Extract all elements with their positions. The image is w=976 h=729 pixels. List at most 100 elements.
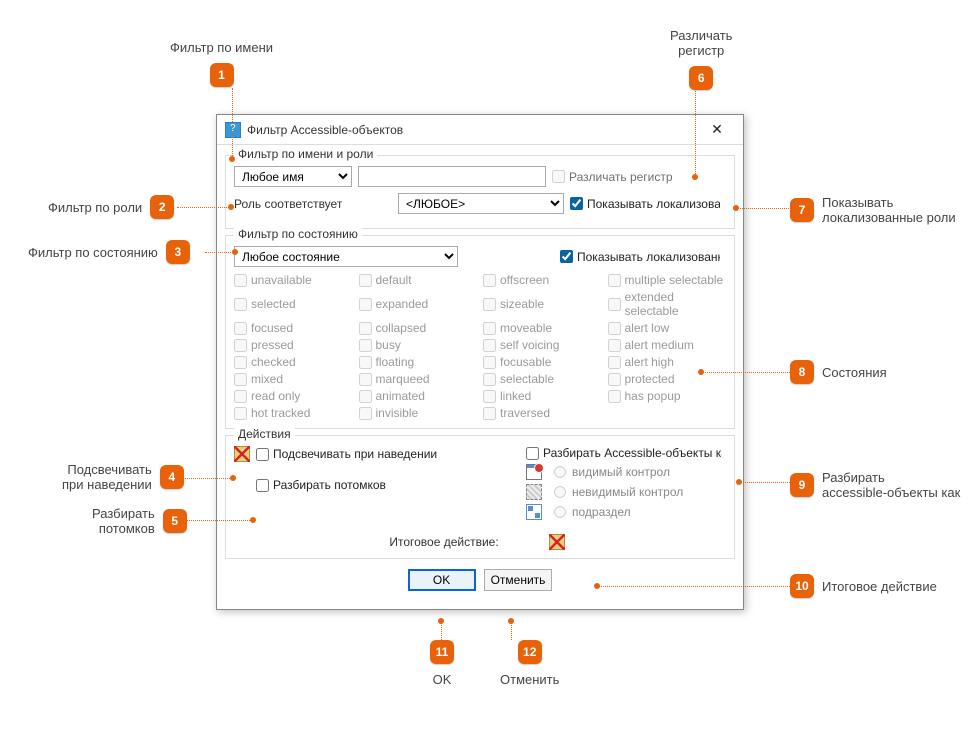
state-label: hot tracked [251,406,310,420]
state-checkbox[interactable]: offscreen [483,273,602,287]
state-checkbox[interactable]: linked [483,389,602,403]
state-checkbox[interactable]: selected [234,290,353,318]
state-checkbox[interactable]: alert low [608,321,727,335]
state-checkbox[interactable]: hot tracked [234,406,353,420]
state-checkbox[interactable]: default [359,273,478,287]
titlebar[interactable]: Фильтр Accessible-объектов ✕ [217,115,743,145]
close-button[interactable]: ✕ [697,119,737,141]
state-label: busy [376,338,401,352]
state-checkbox[interactable]: multiple selectable [608,273,727,287]
state-label: protected [625,372,675,386]
state-checkbox[interactable]: traversed [483,406,602,420]
state-checkbox[interactable] [608,406,727,420]
parse-as-checkbox[interactable]: Разбирать Accessible-объекты ка [526,446,722,460]
state-checkbox[interactable]: has popup [608,389,727,403]
state-checkbox[interactable]: expanded [359,290,478,318]
state-label: mixed [251,372,283,386]
parse-as-label: Разбирать Accessible-объекты ка [543,446,722,460]
state-checkbox[interactable]: extended selectable [608,290,727,318]
callout-5-label: Разбиратьпотомков [92,506,155,536]
role-label: Роль соответствует [234,197,392,211]
callout-badge-1: 1 [210,63,234,87]
callout-5: Разбиратьпотомков 5 [92,506,187,536]
state-checkbox[interactable]: self voicing [483,338,602,352]
callout-badge-8: 8 [790,360,814,384]
radio-subsection-row[interactable]: подраздел [526,504,726,520]
show-localized-roles-checkbox[interactable]: Показывать локализованн [570,197,720,211]
callout-3-label: Фильтр по состоянию [28,245,158,260]
state-label: alert high [625,355,674,369]
callout-6: Различатьрегистр 6 [670,28,732,90]
state-checkbox[interactable]: selectable [483,372,602,386]
state-label: selectable [500,372,554,386]
parse-children-checkbox[interactable]: Разбирать потомков [256,478,386,492]
state-label: has popup [625,389,681,403]
callout-badge-6: 6 [689,66,713,90]
state-checkbox[interactable]: checked [234,355,353,369]
group-name-role-title: Фильтр по имени и роли [234,147,377,161]
radio-visible-row[interactable]: видимый контрол [526,464,726,480]
highlight-checkbox[interactable]: Подсвечивать при наведении [256,447,437,461]
app-icon [225,122,241,138]
ok-button[interactable]: OK [408,569,476,591]
state-label: animated [376,389,425,403]
callout-10-label: Итоговое действие [822,579,937,594]
state-checkbox[interactable]: read only [234,389,353,403]
state-checkbox[interactable]: unavailable [234,273,353,287]
show-localized-states-label: Показывать локализованны [577,250,720,264]
state-label: expanded [376,297,429,311]
state-checkbox[interactable]: pressed [234,338,353,352]
state-select[interactable]: Любое состояние [234,246,458,267]
state-checkbox[interactable]: protected [608,372,727,386]
final-action-icon [549,534,565,550]
case-sensitive-checkbox[interactable]: Различать регистр [552,170,673,184]
callout-4-label: Подсвечиватьпри наведении [62,462,152,492]
state-label: focusable [500,355,551,369]
callout-1: Фильтр по имени 1 [170,40,273,87]
callout-badge-9: 9 [790,473,814,497]
cancel-button[interactable]: Отменить [484,569,553,591]
role-select[interactable]: <ЛЮБОЕ> [398,193,564,214]
callout-11-label: OK [433,672,452,687]
state-checkbox[interactable]: floating [359,355,478,369]
state-checkbox[interactable]: sizeable [483,290,602,318]
state-checkbox[interactable]: alert medium [608,338,727,352]
callout-12-label: Отменить [500,672,559,687]
callout-badge-2: 2 [150,195,174,219]
callout-badge-5: 5 [163,509,187,533]
state-label: read only [251,389,300,403]
state-checkbox[interactable]: alert high [608,355,727,369]
callout-4: Подсвечиватьпри наведении 4 [62,462,184,492]
callout-7: Показыватьлокализованные роли 7 [790,195,956,225]
state-checkbox[interactable]: focused [234,321,353,335]
callout-2: Фильтр по роли 2 [48,195,174,219]
state-label: self voicing [500,338,559,352]
state-label: floating [376,355,415,369]
state-label: checked [251,355,296,369]
name-filter-select[interactable]: Любое имя [234,166,352,187]
name-filter-input[interactable] [358,166,546,187]
state-checkbox[interactable]: marqueed [359,372,478,386]
state-checkbox[interactable]: collapsed [359,321,478,335]
state-checkbox[interactable]: animated [359,389,478,403]
state-checkbox[interactable]: moveable [483,321,602,335]
radio-invisible-row[interactable]: невидимый контрол [526,484,726,500]
group-state: Фильтр по состоянию Любое состояние Пока… [225,235,735,429]
callout-8: Состояния 8 [790,360,887,384]
state-label: alert low [625,321,670,335]
state-label: sizeable [500,297,544,311]
group-actions-title: Действия [234,427,295,441]
callout-7-label: Показыватьлокализованные роли [822,195,956,225]
state-label: moveable [500,321,552,335]
final-action-label: Итоговое действие: [389,535,498,549]
callout-10: Итоговое действие 10 [790,574,937,598]
highlight-icon [234,446,250,462]
state-checkbox[interactable]: mixed [234,372,353,386]
state-checkbox[interactable]: invisible [359,406,478,420]
state-checkbox[interactable]: busy [359,338,478,352]
state-checkbox[interactable]: focusable [483,355,602,369]
group-state-title: Фильтр по состоянию [234,227,362,241]
show-localized-states-checkbox[interactable]: Показывать локализованны [560,250,720,264]
parse-children-label: Разбирать потомков [273,478,386,492]
state-label: multiple selectable [625,273,724,287]
